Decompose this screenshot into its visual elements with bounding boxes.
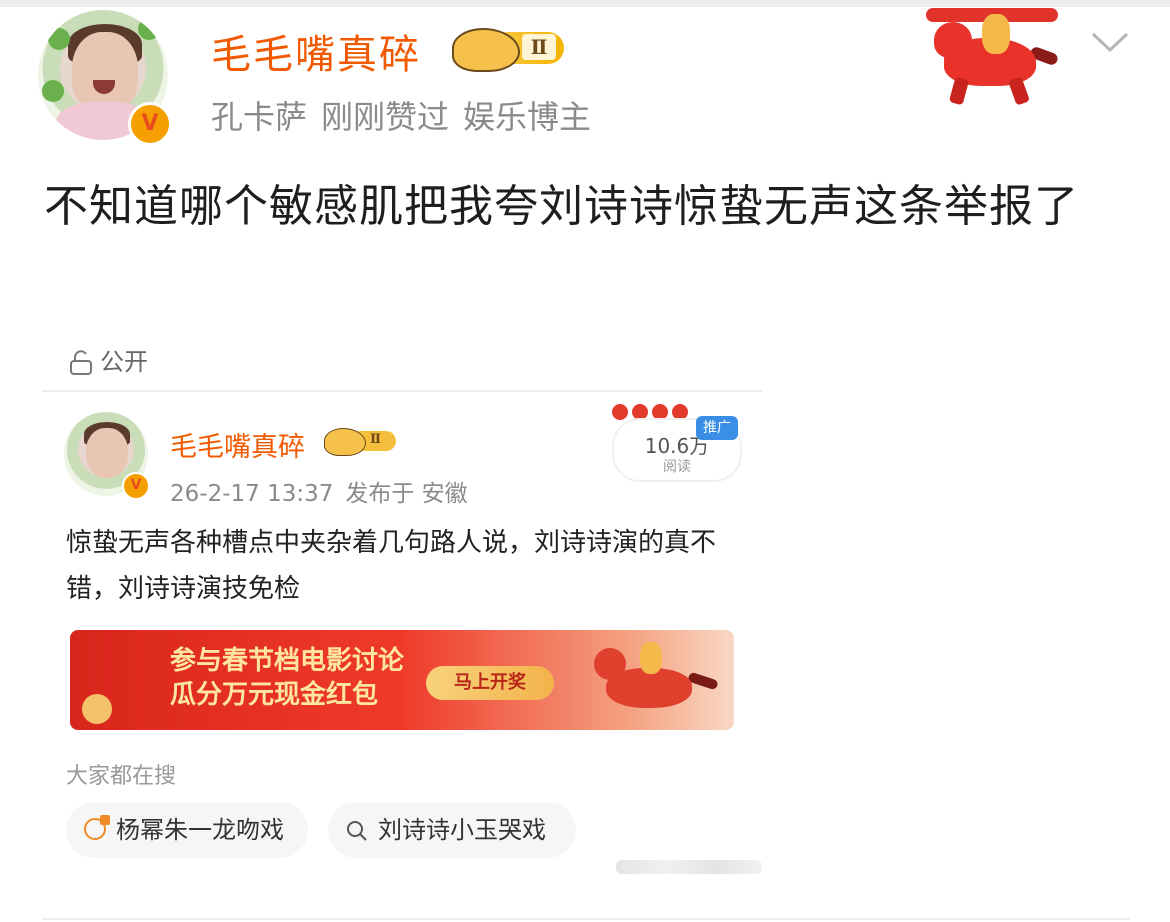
chip-label: 杨幂朱一龙吻戏 <box>116 816 284 844</box>
chevron-down-icon[interactable] <box>1090 30 1130 54</box>
post-location: 发布于 安徽 <box>345 481 468 507</box>
horse-leg <box>948 76 970 106</box>
author-name[interactable]: 毛毛嘴真碎 <box>211 22 421 80</box>
divider <box>42 390 762 392</box>
visibility-label: 公开 <box>100 348 148 376</box>
banner-title: 参与春节档电影讨论 瓜分万元现金红包 <box>170 644 404 712</box>
clover-decoration <box>48 28 70 50</box>
trending-chip[interactable]: 杨幂朱一龙吻戏 <box>66 802 308 858</box>
liked-by-name[interactable]: 孔卡萨 <box>211 98 307 136</box>
visibility-row: 公开 <box>68 342 148 377</box>
inner-post-text: 惊蛰无声各种槽点中夹杂着几句路人说，刘诗诗演的真不错，刘诗诗演技免检 <box>66 528 717 604</box>
bottom-divider <box>42 918 1130 920</box>
search-icon <box>347 821 367 841</box>
banner-line-2: 瓜分万元现金红包 <box>170 680 379 710</box>
author-avatar[interactable]: V <box>38 10 172 146</box>
author-meta: 孔卡萨 刚刚赞过 娱乐博主 <box>211 92 605 138</box>
read-label: 阅读 <box>663 459 691 475</box>
hot-search-icon <box>84 815 110 840</box>
level-text: Ⅱ <box>522 34 556 60</box>
banner-button[interactable]: 马上开奖 <box>426 666 554 700</box>
inner-level-text: Ⅱ <box>370 432 381 447</box>
horse-head <box>594 648 626 680</box>
post-time: 26-2-17 13:37 <box>170 481 334 507</box>
trending-title: 大家都在搜 <box>66 764 177 789</box>
promotion-tag: 推广 <box>696 416 738 440</box>
avatar-face <box>72 32 138 112</box>
embedded-screenshot[interactable]: 公开 V 毛毛嘴真碎 Ⅱ 26-2-17 13:37 发布于 安徽 10.6万 阅… <box>42 322 762 922</box>
avatar-face <box>86 428 128 478</box>
festive-dot <box>612 404 628 420</box>
author-tag: 娱乐博主 <box>463 98 592 136</box>
level-fish-icon <box>452 28 520 72</box>
inner-author-name: 毛毛嘴真碎 <box>170 432 305 463</box>
status-strip <box>0 0 1170 7</box>
clover-decoration <box>42 80 64 102</box>
clover-decoration <box>138 18 160 40</box>
horse-rider <box>982 14 1010 54</box>
post-text: 不知道哪个敏感肌把我夸刘诗诗惊蛰无声这条举报了 <box>44 181 1079 232</box>
horse-head <box>934 22 972 58</box>
horse-sticker-icon <box>922 8 1062 108</box>
verified-badge-icon: V <box>128 102 172 146</box>
level-badge-icon: Ⅱ <box>452 28 566 72</box>
promo-banner[interactable]: 参与春节档电影讨论 瓜分万元现金红包 马上开奖 <box>70 630 734 730</box>
level-fish-icon <box>324 428 366 456</box>
banner-line-1: 参与春节档电影讨论 <box>170 646 405 676</box>
horse-mascot-icon <box>590 638 726 726</box>
chip-label: 刘诗诗小玉哭戏 <box>378 816 546 844</box>
inner-verified-icon: V <box>122 472 150 500</box>
blurred-content <box>616 860 762 874</box>
trending-chip[interactable]: 刘诗诗小玉哭戏 <box>328 802 576 858</box>
inner-level-icon: Ⅱ <box>324 428 398 456</box>
liked-status: 刚刚赞过 <box>321 98 450 136</box>
inner-meta: 26-2-17 13:37 发布于 安徽 <box>170 474 480 508</box>
horse-rider <box>640 642 662 674</box>
coin-icon <box>82 694 112 724</box>
lock-icon <box>70 350 92 375</box>
horse-leg <box>1007 76 1031 106</box>
